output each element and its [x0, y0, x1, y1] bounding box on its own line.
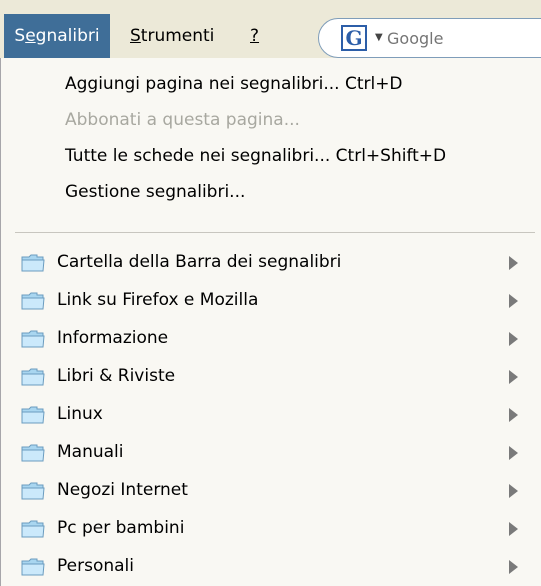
folder-label: Libri & Riviste	[57, 366, 176, 386]
folder-icon	[21, 482, 45, 500]
folder-icon	[21, 520, 45, 538]
folder-item-pc-bambini[interactable]: Pc per bambini	[1, 510, 541, 546]
menu-segnalibri-accesskey: e	[25, 26, 36, 46]
folder-label: Linux	[57, 404, 103, 424]
menu-strumenti[interactable]: Strumenti	[120, 14, 224, 58]
folder-item-link-firefox[interactable]: Link su Firefox e Mozilla	[1, 282, 541, 318]
folder-icon	[21, 406, 45, 424]
submenu-arrow-icon	[509, 332, 518, 346]
bookmarks-dropdown-menu: Aggiungi pagina nei segnalibri... Ctrl+D…	[0, 58, 541, 586]
submenu-arrow-icon	[509, 484, 518, 498]
menu-separator	[15, 232, 535, 233]
folder-label: Pc per bambini	[57, 518, 185, 538]
submenu-arrow-icon	[509, 522, 518, 536]
submenu-arrow-icon	[509, 256, 518, 270]
submenu-arrow-icon	[509, 294, 518, 308]
menu-help-label: ?	[250, 26, 260, 46]
folder-label: Link su Firefox e Mozilla	[57, 290, 259, 310]
folder-label: Informazione	[57, 328, 169, 348]
menu-item-subscribe: Abbonati a questa pagina...	[1, 102, 541, 138]
search-box: G ▼	[318, 18, 541, 58]
engine-dropdown-arrow-icon[interactable]: ▼	[375, 28, 383, 48]
folder-icon	[21, 330, 45, 348]
search-input[interactable]	[387, 26, 541, 50]
google-engine-icon[interactable]: G	[341, 25, 367, 51]
menu-item-label: Aggiungi pagina nei segnalibri... Ctrl+D	[65, 74, 403, 94]
folder-label: Manuali	[57, 442, 124, 462]
folder-item-negozi-internet[interactable]: Negozi Internet	[1, 472, 541, 508]
submenu-arrow-icon	[509, 408, 518, 422]
folder-icon	[21, 558, 45, 576]
folder-icon	[21, 292, 45, 310]
menu-item-label: Gestione segnalibri...	[65, 182, 246, 202]
submenu-arrow-icon	[509, 560, 518, 574]
menu-strumenti-label: trumenti	[140, 26, 215, 46]
folder-item-personali[interactable]: Personali	[1, 548, 541, 584]
folder-icon	[21, 254, 45, 272]
menu-segnalibri-label-a: S	[14, 26, 26, 46]
folder-item-manuali[interactable]: Manuali	[1, 434, 541, 470]
folder-label: Cartella della Barra dei segnalibri	[57, 252, 342, 272]
menu-item-label: Abbonati a questa pagina...	[65, 110, 300, 130]
menu-item-add-bookmark[interactable]: Aggiungi pagina nei segnalibri... Ctrl+D	[1, 66, 541, 102]
menu-item-label: Tutte le schede nei segnalibri... Ctrl+S…	[65, 146, 447, 166]
folder-item-informazione[interactable]: Informazione	[1, 320, 541, 356]
submenu-arrow-icon	[509, 446, 518, 460]
submenu-arrow-icon	[509, 370, 518, 384]
folder-label: Personali	[57, 556, 134, 576]
menu-segnalibri[interactable]: Segnalibri	[4, 14, 110, 58]
menu-help[interactable]: ?	[240, 14, 269, 58]
menu-item-manage-bookmarks[interactable]: Gestione segnalibri...	[1, 174, 541, 210]
menu-item-bookmark-all-tabs[interactable]: Tutte le schede nei segnalibri... Ctrl+S…	[1, 138, 541, 174]
folder-icon	[21, 444, 45, 462]
folder-item-linux[interactable]: Linux	[1, 396, 541, 432]
folder-item-libri-riviste[interactable]: Libri & Riviste	[1, 358, 541, 394]
menu-strumenti-accesskey: S	[130, 26, 141, 46]
folder-label: Negozi Internet	[57, 480, 188, 500]
folder-item-barra-segnalibri[interactable]: Cartella della Barra dei segnalibri	[1, 244, 541, 280]
folder-icon	[21, 368, 45, 386]
menu-segnalibri-label-b: gnalibri	[35, 26, 100, 46]
